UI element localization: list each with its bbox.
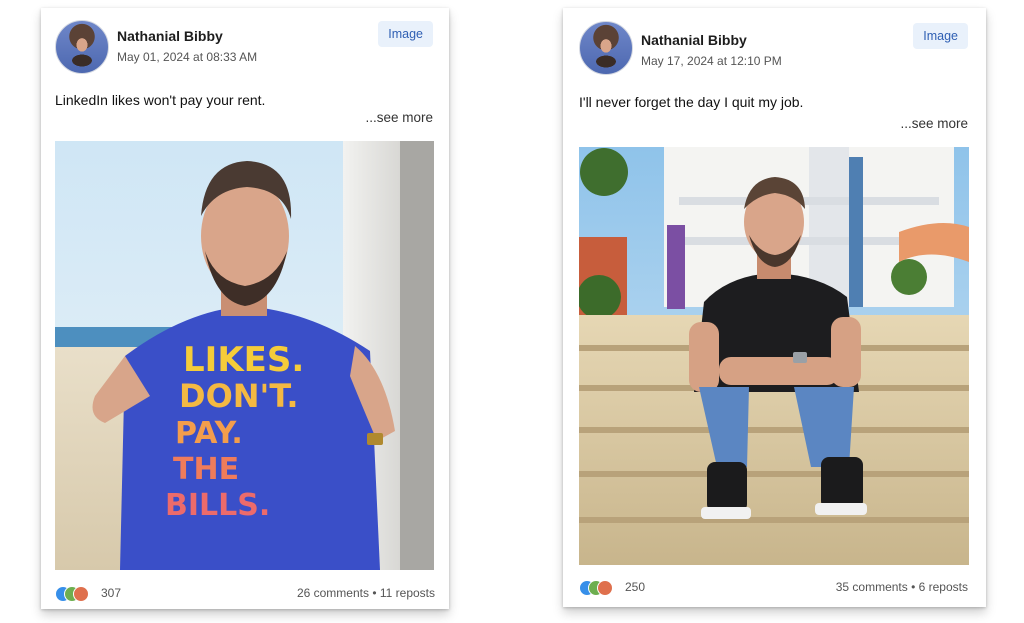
- post-image-illustration: LIKES. DON'T. PAY. THE BILLS.: [55, 141, 434, 570]
- post-date: May 01, 2024 at 08:33 AM: [117, 50, 258, 64]
- post-card: Nathanial Bibby May 17, 2024 at 12:10 PM…: [563, 8, 986, 607]
- reactions-summary[interactable]: [579, 580, 623, 596]
- shirt-text-line: THE: [173, 452, 239, 487]
- author-name[interactable]: Nathanial Bibby: [641, 32, 747, 48]
- shirt-text-line: LIKES.: [183, 340, 304, 380]
- shirt-text-line: PAY.: [175, 416, 243, 451]
- avatar[interactable]: [579, 21, 633, 75]
- post-image[interactable]: [579, 147, 969, 565]
- reactions-summary[interactable]: [55, 586, 99, 602]
- see-more-link[interactable]: ...see more: [900, 116, 968, 131]
- shirt-text-line: DON'T.: [179, 377, 298, 415]
- post-caption: I'll never forget the day I quit my job.: [579, 94, 804, 110]
- love-reaction-icon: [597, 580, 613, 596]
- post-image-illustration: [579, 147, 969, 565]
- love-reaction-icon: [73, 586, 89, 602]
- reaction-count[interactable]: 307: [101, 586, 121, 600]
- post-caption: LinkedIn likes won't pay your rent.: [55, 92, 266, 108]
- post-card: Nathanial Bibby May 01, 2024 at 08:33 AM…: [41, 8, 449, 609]
- shirt-text-line: BILLS.: [165, 488, 270, 523]
- avatar[interactable]: [55, 20, 109, 74]
- reaction-count[interactable]: 250: [625, 580, 645, 594]
- post-image[interactable]: LIKES. DON'T. PAY. THE BILLS.: [55, 141, 434, 570]
- image-badge[interactable]: Image: [378, 21, 433, 47]
- comments-reposts[interactable]: 26 comments • 11 reposts: [297, 586, 435, 600]
- comments-reposts[interactable]: 35 comments • 6 reposts: [836, 580, 968, 594]
- post-date: May 17, 2024 at 12:10 PM: [641, 54, 782, 68]
- see-more-link[interactable]: ...see more: [365, 110, 433, 125]
- author-name[interactable]: Nathanial Bibby: [117, 28, 223, 44]
- image-badge[interactable]: Image: [913, 23, 968, 49]
